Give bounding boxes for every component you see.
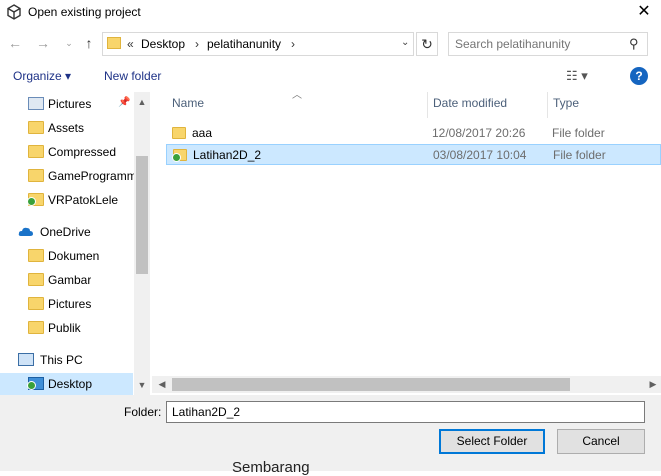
column-header-date-modified[interactable]: Date modified xyxy=(433,96,507,110)
column-header-type[interactable]: Type xyxy=(553,96,579,110)
scroll-down-icon[interactable]: ▼ xyxy=(134,377,150,393)
folder-icon xyxy=(28,321,44,334)
scroll-up-icon[interactable]: ▲ xyxy=(134,94,150,110)
file-row-aaa[interactable]: aaa 12/08/2017 20:26 File folder xyxy=(166,123,661,144)
sidebar-item-label: Publik xyxy=(48,321,81,335)
back-arrow-icon[interactable]: ← xyxy=(6,34,24,52)
breadcrumb-separator-icon[interactable]: › xyxy=(195,37,199,51)
folder-label: Folder: xyxy=(124,405,162,419)
file-list: ︿ Name Date modified Type aaa 12/08/2017… xyxy=(152,90,661,395)
sidebar-item-label: GameProgramm xyxy=(48,169,134,183)
sidebar-item-vrpatoklele[interactable]: VRPatokLele xyxy=(0,189,133,211)
folder-icon xyxy=(107,37,121,49)
sidebar-item-gameprogramm[interactable]: GameProgramm xyxy=(0,165,134,187)
new-folder-button[interactable]: New folder xyxy=(104,69,161,83)
command-bar: Organize ▾ New folder ☷ ▾ ? xyxy=(0,64,661,90)
file-row-latihan2d-2[interactable]: Latihan2D_2 03/08/2017 10:04 File folder xyxy=(166,144,661,165)
pictures-icon xyxy=(28,97,44,110)
title-bar: Open existing project ✕ xyxy=(0,0,661,26)
pc-icon xyxy=(18,353,34,366)
folder-icon xyxy=(28,121,44,134)
sidebar-item-label: OneDrive xyxy=(40,225,91,239)
file-type: File folder xyxy=(552,126,605,140)
navigation-pane: Pictures 📌 Assets Compressed GameProgram… xyxy=(0,92,150,395)
sidebar-item-label: Desktop xyxy=(48,377,93,391)
file-name: Latihan2D_2 xyxy=(193,148,262,162)
refresh-icon[interactable]: ↻ xyxy=(416,32,438,56)
horizontal-scrollbar-thumb[interactable] xyxy=(172,378,570,391)
sidebar-item-gambar[interactable]: Gambar xyxy=(0,269,133,291)
breadcrumb-separator-icon[interactable]: › xyxy=(291,37,295,51)
sidebar-item-publik[interactable]: Publik xyxy=(0,317,133,339)
column-header-name[interactable]: Name xyxy=(172,96,204,110)
organize-button[interactable]: Organize ▾ xyxy=(13,69,71,83)
sidebar-item-compressed[interactable]: Compressed xyxy=(0,141,133,163)
column-divider[interactable] xyxy=(547,92,548,118)
chevron-down-icon[interactable]: ⌄ xyxy=(401,37,409,48)
file-date: 12/08/2017 20:26 xyxy=(432,126,526,140)
folder-icon xyxy=(28,249,44,262)
folder-icon xyxy=(28,273,44,286)
scroll-right-icon[interactable]: ▶ xyxy=(645,376,661,393)
unity-icon xyxy=(7,4,21,20)
navigation-bar: ← → ⌄ ↑ « Desktop › pelatihanunity › ⌄ ↻… xyxy=(0,30,661,58)
folder-icon xyxy=(28,145,44,158)
synced-folder-icon xyxy=(27,193,44,206)
horizontal-scrollbar[interactable]: ◀ ▶ xyxy=(152,376,661,393)
sidebar-scrollbar-thumb[interactable] xyxy=(136,156,148,274)
dialog-footer: Folder: Select Folder Cancel Sembarang xyxy=(0,395,661,476)
sidebar-item-label: Pictures xyxy=(48,97,92,111)
address-bar[interactable]: « Desktop › pelatihanunity › ⌄ xyxy=(102,32,414,56)
sidebar-item-label: Assets xyxy=(48,121,85,135)
file-name: aaa xyxy=(192,126,213,140)
column-divider[interactable] xyxy=(427,92,428,118)
view-options-icon[interactable]: ☷ ▾ xyxy=(566,68,588,84)
folder-icon xyxy=(28,297,44,310)
sidebar-item-label: Compressed xyxy=(48,145,117,159)
background-window-text: Sembarang xyxy=(232,459,310,476)
cancel-button[interactable]: Cancel xyxy=(557,429,645,454)
sidebar-item-onedrive[interactable]: OneDrive xyxy=(0,221,133,243)
sidebar-item-label: This PC xyxy=(40,353,83,367)
onedrive-icon xyxy=(18,227,33,236)
folder-name-field[interactable] xyxy=(166,401,645,423)
select-folder-button[interactable]: Select Folder xyxy=(439,429,545,454)
synced-folder-icon xyxy=(172,149,187,162)
sidebar-item-pictures-onedrive[interactable]: Pictures xyxy=(0,293,133,315)
recent-locations-chevron-icon[interactable]: ⌄ xyxy=(60,34,78,52)
folder-icon xyxy=(28,169,44,182)
breadcrumb-desktop[interactable]: Desktop xyxy=(141,37,185,51)
sidebar-item-label: Dokumen xyxy=(48,249,100,263)
breadcrumb-pelatihanunity[interactable]: pelatihanunity xyxy=(207,37,281,51)
desktop-icon xyxy=(27,377,44,390)
close-icon[interactable]: ✕ xyxy=(634,2,654,22)
sidebar-item-desktop[interactable]: Desktop xyxy=(0,373,133,395)
search-icon[interactable]: ⚲ xyxy=(629,36,639,52)
sidebar-item-label: Pictures xyxy=(48,297,92,311)
pin-icon[interactable]: 📌 xyxy=(118,97,130,108)
up-arrow-icon[interactable]: ↑ xyxy=(80,34,98,52)
sidebar-item-dokumen[interactable]: Dokumen xyxy=(0,245,133,267)
sidebar-item-assets[interactable]: Assets xyxy=(0,117,133,139)
scroll-left-icon[interactable]: ◀ xyxy=(154,376,170,393)
file-date: 03/08/2017 10:04 xyxy=(433,148,527,162)
file-type: File folder xyxy=(553,148,606,162)
forward-arrow-icon[interactable]: → xyxy=(34,34,52,52)
sidebar-item-pictures[interactable]: Pictures 📌 xyxy=(0,93,133,115)
search-input[interactable] xyxy=(455,36,625,52)
sidebar-item-this-pc[interactable]: This PC xyxy=(0,349,133,371)
help-icon[interactable]: ? xyxy=(630,67,648,85)
overflow-chevron[interactable]: « xyxy=(127,37,134,51)
window-title: Open existing project xyxy=(28,5,141,19)
sidebar-item-label: VRPatokLele xyxy=(48,193,119,207)
sidebar-item-label: Gambar xyxy=(48,273,92,287)
search-box[interactable]: ⚲ xyxy=(448,32,648,56)
folder-icon xyxy=(172,127,186,139)
sort-ascending-icon: ︿ xyxy=(292,90,302,101)
